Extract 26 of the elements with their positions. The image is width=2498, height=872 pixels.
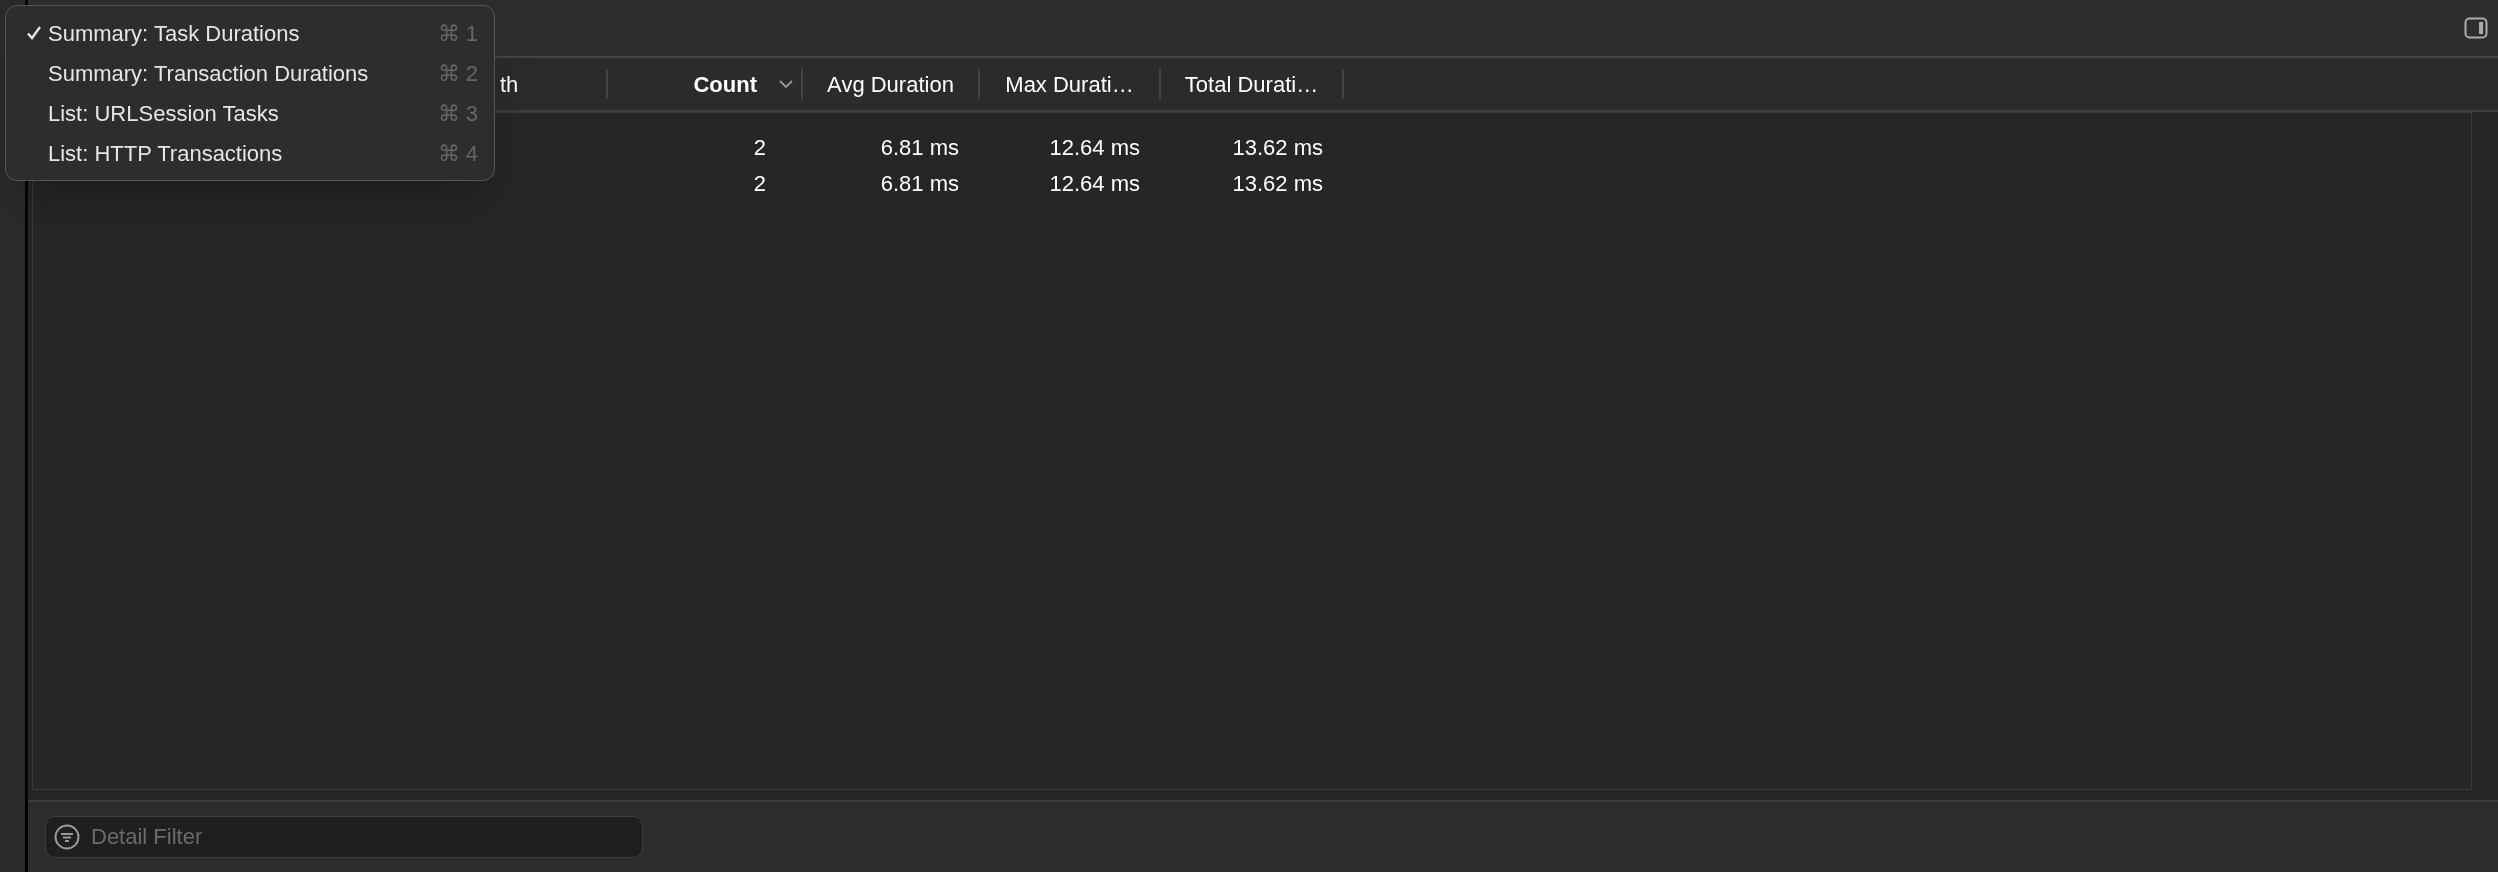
shortcut-label: ⌘ 2 <box>437 59 478 88</box>
table-cell: 13.62 ms <box>1232 134 1323 160</box>
shortcut-label: ⌘ 3 <box>437 99 478 128</box>
table-cell: 12.64 ms <box>1049 170 1140 196</box>
shortcut-label: ⌘ 1 <box>437 19 478 48</box>
menu-item[interactable]: List: URLSession Tasks ⌘ 3 <box>6 93 494 133</box>
shortcut-label: ⌘ 4 <box>437 139 478 168</box>
column-header[interactable]: Total Durati… <box>1184 67 1319 101</box>
sort-chevron-icon[interactable] <box>779 79 793 89</box>
filter-icon <box>54 824 80 850</box>
table-cell: 2 <box>753 170 766 196</box>
table-cell: 12.64 ms <box>1049 134 1140 160</box>
column-header[interactable]: th <box>500 67 519 101</box>
sidebar-toggle-icon[interactable] <box>2464 17 2488 39</box>
table-cell: 6.81 ms <box>880 134 959 160</box>
table-cell: 2 <box>753 134 766 160</box>
column-header[interactable]: Avg Duration <box>827 67 954 101</box>
column-header[interactable]: Count <box>693 67 757 101</box>
table-cell: 13.62 ms <box>1232 170 1323 196</box>
table-cell: 6.81 ms <box>880 170 959 196</box>
menu-item[interactable]: List: HTTP Transactions ⌘ 4 <box>6 133 494 173</box>
menu-item[interactable]: Summary: Transaction Durations ⌘ 2 <box>6 53 494 93</box>
column-header[interactable]: Max Durati… <box>1005 67 1134 101</box>
menu-item[interactable]: Summary: Task Durations ⌘ 1 <box>6 13 494 53</box>
detail-filter-field[interactable]: Detail Filter <box>45 816 643 858</box>
checkmark-icon <box>26 25 42 41</box>
